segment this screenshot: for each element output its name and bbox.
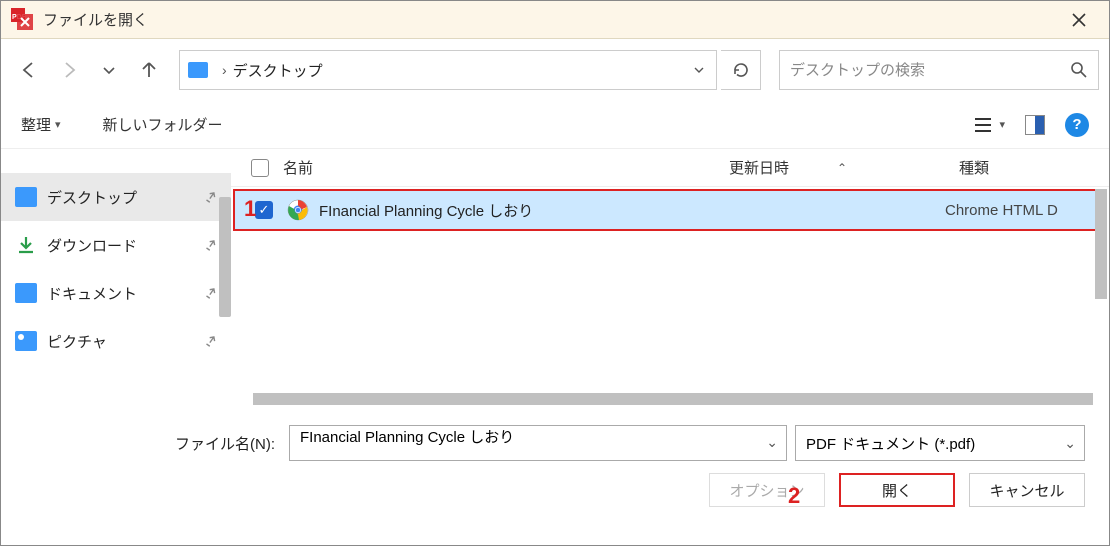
callout-2: 2 — [788, 483, 800, 509]
pin-icon — [205, 287, 217, 299]
row-checkbox[interactable]: ✓ — [255, 201, 273, 219]
chevron-down-icon[interactable]: ⌄ — [1064, 435, 1076, 452]
sidebar-item-label: デスクトップ — [47, 187, 137, 208]
document-icon — [15, 283, 37, 303]
breadcrumb[interactable]: › デスクトップ — [179, 50, 717, 90]
file-list: 名前 更新日時 ⌃ 種類 ✓ FInancial Planning Cycle … — [231, 149, 1109, 407]
file-row[interactable]: ✓ FInancial Planning Cycle しおり Chrome HT… — [233, 189, 1097, 231]
sidebar-item-downloads[interactable]: ダウンロード — [1, 221, 231, 269]
filetype-filter[interactable]: PDF ドキュメント (*.pdf) ⌄ — [795, 425, 1085, 461]
organize-label: 整理 — [21, 114, 51, 135]
pin-icon — [205, 335, 217, 347]
help-button[interactable]: ? — [1065, 113, 1089, 137]
pin-icon — [205, 191, 217, 203]
footer: ファイル名(N): FInancial Planning Cycle しおり ⌄… — [1, 407, 1109, 519]
organize-menu[interactable]: 整理 ▾ — [21, 114, 61, 135]
window-title: ファイルを開く — [43, 9, 148, 30]
dropdown-icon: ▾ — [55, 118, 61, 131]
desktop-icon — [15, 187, 37, 207]
filename-input[interactable]: FInancial Planning Cycle しおり ⌄ — [289, 425, 787, 461]
chevron-right-icon: › — [222, 62, 227, 78]
recent-dropdown[interactable] — [91, 52, 127, 88]
select-all-checkbox[interactable] — [251, 159, 269, 177]
sidebar-item-label: ドキュメント — [47, 283, 137, 304]
sidebar-item-desktop[interactable]: デスクトップ — [1, 173, 231, 221]
options-button[interactable]: オプション — [709, 473, 825, 507]
new-folder-button[interactable]: 新しいフォルダー — [103, 114, 223, 135]
desktop-folder-icon — [188, 62, 208, 78]
picture-icon — [15, 331, 37, 351]
file-list-header: 名前 更新日時 ⌃ 種類 — [231, 149, 1109, 187]
column-type[interactable]: 種類 — [959, 157, 1109, 178]
breadcrumb-label: デスクトップ — [233, 60, 323, 81]
pin-icon — [205, 239, 217, 251]
chrome-file-icon — [287, 199, 309, 221]
chevron-down-icon[interactable]: ⌄ — [766, 434, 778, 451]
file-type: Chrome HTML D — [945, 202, 1095, 219]
open-button[interactable]: 開く — [839, 473, 955, 507]
sidebar-item-pictures[interactable]: ピクチャ — [1, 317, 231, 365]
app-pdf-icon: PDF — [11, 8, 35, 32]
chevron-down-icon[interactable] — [692, 63, 706, 77]
download-icon — [15, 235, 37, 255]
refresh-button[interactable] — [721, 50, 761, 90]
up-button[interactable] — [131, 52, 167, 88]
search-box[interactable] — [779, 50, 1099, 90]
sidebar: デスクトップ ダウンロード ドキュメント ピクチャ — [1, 149, 231, 407]
back-button[interactable] — [11, 52, 47, 88]
sidebar-scrollbar[interactable] — [219, 197, 231, 317]
sort-indicator-icon: ⌃ — [837, 161, 847, 175]
callout-1: 1 — [244, 196, 256, 222]
titlebar: PDF ファイルを開く — [1, 1, 1109, 39]
file-name: FInancial Planning Cycle しおり — [319, 200, 715, 221]
cancel-button[interactable]: キャンセル — [969, 473, 1085, 507]
view-mode-button[interactable]: ▾ — [973, 116, 1005, 134]
sidebar-item-label: ピクチャ — [47, 331, 107, 352]
preview-pane-button[interactable] — [1025, 115, 1045, 135]
filelist-hscrollbar[interactable] — [253, 393, 1093, 405]
filename-value: FInancial Planning Cycle しおり — [300, 429, 514, 446]
navbar: › デスクトップ — [1, 39, 1109, 101]
body-area: デスクトップ ダウンロード ドキュメント ピクチャ 名前 更新日時 ⌃ — [1, 149, 1109, 407]
search-input[interactable] — [790, 62, 1070, 79]
toolbar: 整理 ▾ 新しいフォルダー ▾ ? — [1, 101, 1109, 149]
filter-label: PDF ドキュメント (*.pdf) — [806, 433, 975, 454]
sidebar-item-documents[interactable]: ドキュメント — [1, 269, 231, 317]
sidebar-item-label: ダウンロード — [47, 235, 137, 256]
search-icon — [1070, 61, 1088, 79]
column-name[interactable]: 名前 — [283, 157, 729, 178]
filelist-vscrollbar[interactable] — [1095, 189, 1107, 299]
forward-button[interactable] — [51, 52, 87, 88]
filename-label: ファイル名(N): — [175, 433, 275, 454]
column-date[interactable]: 更新日時 ⌃ — [729, 157, 959, 178]
close-button[interactable] — [1059, 5, 1099, 35]
